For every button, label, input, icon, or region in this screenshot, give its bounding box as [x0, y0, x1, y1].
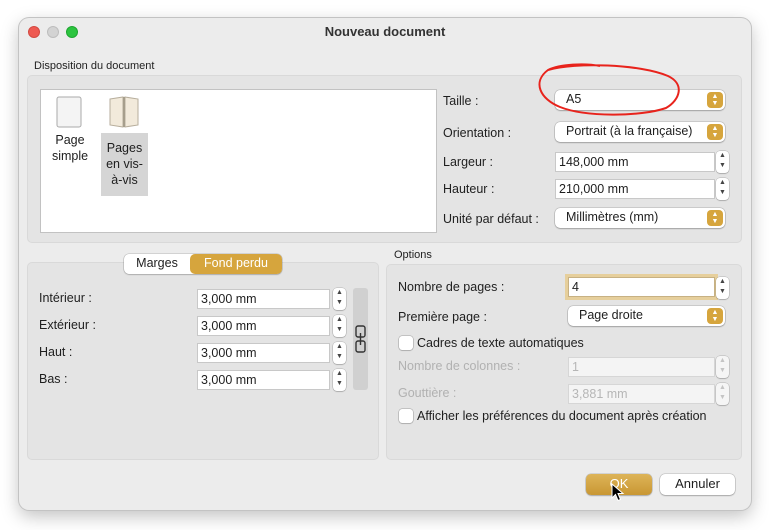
- premiere-page-popup[interactable]: Page droite ▲ ▼: [568, 306, 725, 326]
- cadres-texte-label: Cadres de texte automatiques: [417, 336, 584, 350]
- haut-field[interactable]: 3,000 mm: [197, 343, 330, 363]
- haut-label: Haut :: [39, 345, 73, 359]
- bas-stepper[interactable]: ▲ ▼: [333, 369, 346, 391]
- single-page-icon: [56, 96, 82, 128]
- bas-label: Bas :: [39, 372, 68, 386]
- taille-label: Taille :: [443, 94, 479, 108]
- mouse-pointer-icon: [611, 483, 625, 502]
- orientation-value: Portrait (à la française): [566, 124, 693, 138]
- layout-preview-box: Page simple Pages en vis- à-vis: [40, 89, 437, 233]
- popup-arrows-icon: ▲ ▼: [707, 92, 723, 108]
- exterieur-stepper[interactable]: ▲ ▼: [333, 315, 346, 337]
- new-document-dialog: Nouveau document Disposition du document…: [19, 18, 751, 510]
- options-section-label: Options: [394, 249, 432, 261]
- nombre-pages-stepper[interactable]: ▲ ▼: [716, 277, 729, 299]
- pages-vis-a-vis-option[interactable]: Pages en vis- à-vis: [101, 133, 148, 196]
- orientation-popup[interactable]: Portrait (à la française) ▲ ▼: [555, 122, 725, 142]
- interieur-field[interactable]: 3,000 mm: [197, 289, 330, 309]
- gouttiere-field[interactable]: 3,881 mm: [568, 384, 715, 404]
- gouttiere-stepper[interactable]: ▲ ▼: [716, 383, 729, 405]
- hauteur-field[interactable]: 210,000 mm: [555, 179, 715, 199]
- chain-link-icon: [355, 325, 366, 353]
- taille-popup[interactable]: A5 ▲ ▼: [555, 90, 725, 110]
- popup-arrows-icon: ▲ ▼: [707, 210, 723, 226]
- nombre-colonnes-field[interactable]: 1: [568, 357, 715, 377]
- title-bar: Nouveau document: [19, 18, 751, 46]
- largeur-stepper[interactable]: ▲ ▼: [716, 151, 729, 173]
- taille-value: A5: [566, 92, 582, 106]
- unite-label: Unité par défaut :: [443, 212, 539, 226]
- nombre-colonnes-stepper[interactable]: ▲ ▼: [716, 356, 729, 378]
- haut-stepper[interactable]: ▲ ▼: [333, 342, 346, 364]
- disposition-section-label: Disposition du document: [34, 60, 155, 72]
- largeur-field[interactable]: 148,000 mm: [555, 152, 715, 172]
- premiere-page-label: Première page :: [398, 310, 487, 324]
- popup-arrows-icon: ▲ ▼: [707, 308, 723, 324]
- tab-marges[interactable]: Marges: [124, 254, 190, 274]
- nombre-colonnes-label: Nombre de colonnes :: [398, 359, 521, 373]
- afficher-preferences-label: Afficher les préférences du document apr…: [417, 409, 707, 423]
- premiere-page-value: Page droite: [579, 308, 643, 322]
- page-simple-option[interactable]: Page simple: [49, 96, 91, 172]
- interieur-label: Intérieur :: [39, 291, 92, 305]
- facing-pages-icon: [109, 96, 139, 128]
- popup-arrows-icon: ▲ ▼: [707, 124, 723, 140]
- page-simple-label: Page simple: [51, 133, 89, 163]
- link-margins-button[interactable]: [353, 288, 368, 390]
- nombre-pages-label: Nombre de pages :: [398, 280, 505, 294]
- unite-value: Millimètres (mm): [566, 210, 659, 224]
- cadres-texte-checkbox[interactable]: [399, 336, 413, 350]
- pages-vis-a-vis-label: Pages en vis- à-vis: [106, 141, 143, 187]
- tab-fond-perdu[interactable]: Fond perdu: [190, 254, 282, 274]
- bas-field[interactable]: 3,000 mm: [197, 370, 330, 390]
- unite-popup[interactable]: Millimètres (mm) ▲ ▼: [555, 208, 725, 228]
- hauteur-stepper[interactable]: ▲ ▼: [716, 178, 729, 200]
- exterieur-label: Extérieur :: [39, 318, 96, 332]
- largeur-label: Largeur :: [443, 155, 494, 169]
- nombre-pages-field[interactable]: 4: [568, 277, 715, 297]
- interieur-stepper[interactable]: ▲ ▼: [333, 288, 346, 310]
- afficher-preferences-checkbox[interactable]: [399, 409, 413, 423]
- window-title: Nouveau document: [324, 24, 446, 39]
- hauteur-label: Hauteur :: [443, 182, 495, 196]
- annuler-button[interactable]: Annuler: [660, 474, 735, 495]
- gouttiere-label: Gouttière :: [398, 386, 457, 400]
- exterieur-field[interactable]: 3,000 mm: [197, 316, 330, 336]
- orientation-label: Orientation :: [443, 126, 512, 140]
- margins-bleed-segmented[interactable]: Marges Fond perdu: [124, 254, 282, 274]
